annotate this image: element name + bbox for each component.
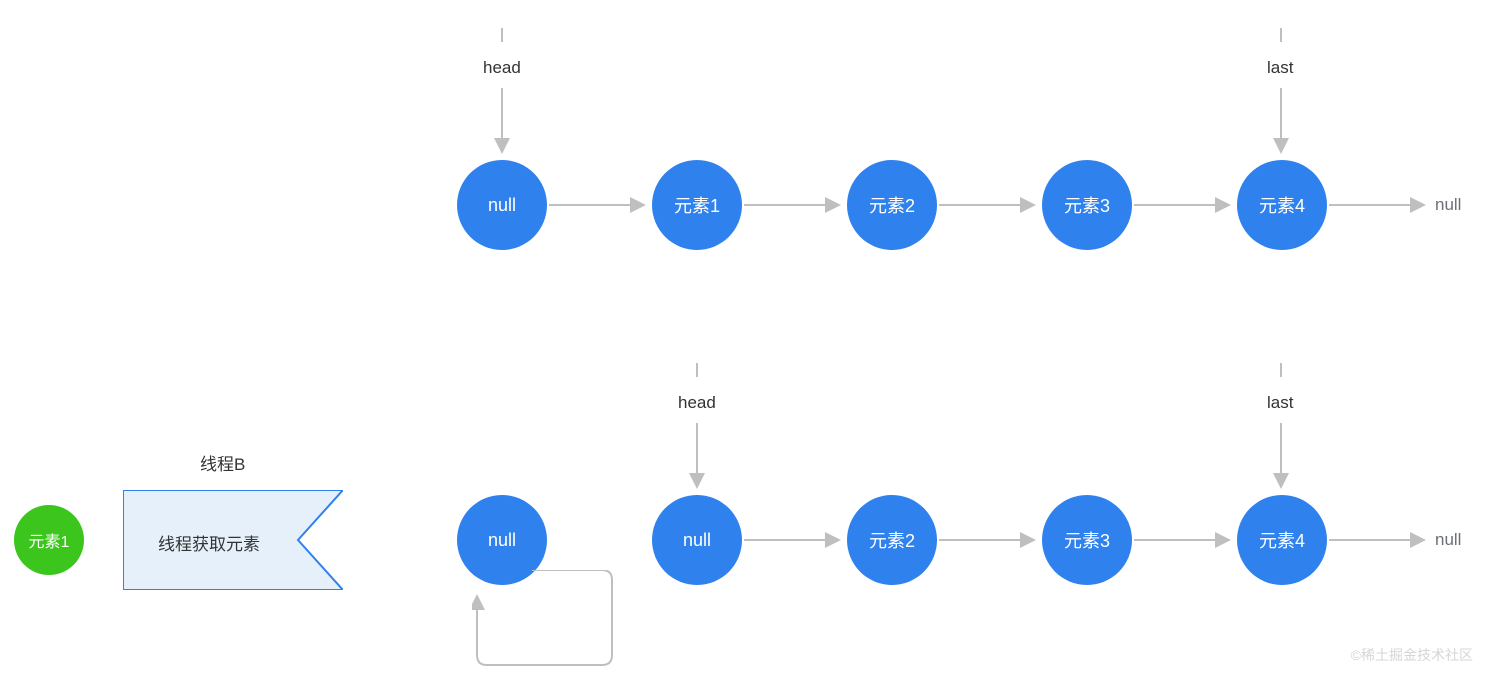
tick-mark xyxy=(1278,363,1284,377)
node-text: null xyxy=(683,530,711,551)
arrow-row2-3-null xyxy=(1329,530,1430,550)
node-row1-3: 元素3 xyxy=(1042,160,1132,250)
node-text: 元素1 xyxy=(674,192,720,218)
arrow-down-last-row2 xyxy=(1269,423,1293,493)
node-text: 元素3 xyxy=(1064,192,1110,218)
node-row1-0: null xyxy=(457,160,547,250)
arrow-down-head-row2 xyxy=(685,423,709,493)
null-label-row1: null xyxy=(1435,195,1461,215)
arrow-row1-0-1 xyxy=(549,195,650,215)
arrow-down-last-row1 xyxy=(1269,88,1293,158)
arrow-row2-2-3 xyxy=(1134,530,1235,550)
tick-mark xyxy=(694,363,700,377)
thread-action-text: 线程获取元素 xyxy=(158,530,260,555)
null-label-row2: null xyxy=(1435,530,1461,550)
tick-mark xyxy=(1278,28,1284,42)
head-label-row1: head xyxy=(483,58,521,78)
watermark-text: ©稀土掘金技术社区 xyxy=(1351,645,1473,665)
last-label-row2: last xyxy=(1267,393,1293,413)
node-row2-2: 元素3 xyxy=(1042,495,1132,585)
node-text: null xyxy=(488,530,516,551)
node-row2-1: 元素2 xyxy=(847,495,937,585)
node-row1-4: 元素4 xyxy=(1237,160,1327,250)
node-text: 元素4 xyxy=(1259,192,1305,218)
node-text: 元素2 xyxy=(869,527,915,553)
node-row1-2: 元素2 xyxy=(847,160,937,250)
thread-element-node: 元素1 xyxy=(14,505,84,575)
thread-title: 线程B xyxy=(200,450,245,475)
arrow-row1-3-4 xyxy=(1134,195,1235,215)
arrow-row1-2-3 xyxy=(939,195,1040,215)
node-row2-0: null xyxy=(652,495,742,585)
node-text: 元素4 xyxy=(1259,527,1305,553)
arrow-row2-1-2 xyxy=(939,530,1040,550)
node-text: 元素1 xyxy=(29,528,70,552)
arrow-down-head-row1 xyxy=(490,88,514,158)
head-label-row2: head xyxy=(678,393,716,413)
node-text: 元素2 xyxy=(869,192,915,218)
tick-mark xyxy=(499,28,505,42)
arrow-row1-4-null xyxy=(1329,195,1430,215)
last-label-row1: last xyxy=(1267,58,1293,78)
node-text: 元素3 xyxy=(1064,527,1110,553)
node-text: null xyxy=(488,195,516,216)
node-row2-3: 元素4 xyxy=(1237,495,1327,585)
arrow-row2-0-1 xyxy=(744,530,845,550)
node-row1-1: 元素1 xyxy=(652,160,742,250)
arrow-row1-1-2 xyxy=(744,195,845,215)
self-loop-arrow xyxy=(472,570,622,675)
